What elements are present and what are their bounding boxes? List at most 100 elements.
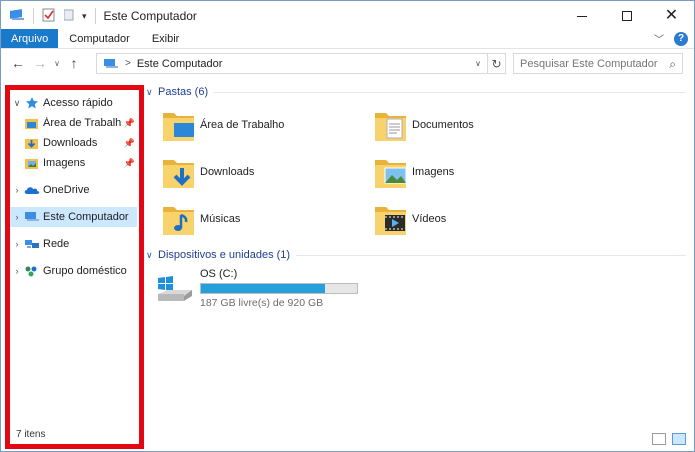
- properties-icon[interactable]: [42, 8, 56, 25]
- refresh-icon[interactable]: ↻: [487, 54, 505, 73]
- item-count-status: 7 itens: [16, 429, 46, 440]
- pin-icon[interactable]: 📌: [124, 138, 135, 149]
- window-title: Este Computador: [103, 9, 197, 23]
- network-icon: [24, 237, 40, 251]
- title-bar: ▾ Este Computador ✕: [1, 1, 694, 31]
- up-button[interactable]: ↑: [63, 55, 85, 71]
- group-divider: [296, 254, 686, 256]
- ribbon-tabs: Arquivo Computador Exibir ﹀ ?: [1, 29, 694, 49]
- pin-icon[interactable]: 📌: [124, 158, 135, 169]
- folder-imagens[interactable]: Imagens: [374, 150, 584, 194]
- sidebar-item-label: OneDrive: [43, 184, 90, 196]
- desktop-folder-icon: [163, 113, 194, 141]
- drive-usage-bar: [200, 283, 358, 294]
- drive-os-c[interactable]: OS (C:) 187 GB livre(s) de 920 GB: [156, 268, 406, 312]
- help-icon[interactable]: ?: [674, 31, 688, 46]
- videos-folder-icon: [375, 207, 406, 235]
- minimize-icon: [576, 15, 587, 17]
- folder-musicas[interactable]: Músicas: [162, 197, 372, 241]
- sidebar-item-label: Rede: [43, 238, 70, 250]
- breadcrumb-current[interactable]: Este Computador: [137, 58, 223, 70]
- drive-usage-fill: [201, 284, 326, 293]
- minimize-button[interactable]: [559, 1, 604, 31]
- group-label: Dispositivos e unidades (1): [158, 249, 291, 261]
- address-bar[interactable]: > Este Computador ∨ ↻: [96, 53, 506, 74]
- collapsed-chevron-icon[interactable]: ›: [10, 185, 24, 195]
- quick-access-toolbar: ▾: [1, 1, 96, 31]
- drive-name: OS (C:): [200, 268, 238, 280]
- pin-icon[interactable]: 📌: [124, 118, 135, 129]
- breadcrumb-chevron-icon[interactable]: >: [125, 58, 131, 69]
- expand-ribbon-icon[interactable]: ﹀: [654, 31, 664, 46]
- close-icon: ✕: [664, 7, 679, 24]
- folder-label: Vídeos: [412, 213, 447, 225]
- tab-exibir[interactable]: Exibir: [141, 29, 191, 48]
- folder-label: Área de Trabalho: [200, 119, 285, 131]
- search-icon[interactable]: ⌕: [669, 57, 676, 72]
- downloads-folder-icon: [24, 136, 40, 150]
- group-label: Pastas (6): [158, 86, 209, 98]
- music-folder-icon: [163, 207, 194, 235]
- folder-area-de-trabalho[interactable]: Área de Trabalho: [162, 103, 372, 147]
- cloud-icon: [24, 183, 40, 197]
- back-button[interactable]: ←: [7, 55, 29, 71]
- folder-label: Documentos: [412, 119, 474, 131]
- computer-icon[interactable]: [9, 8, 25, 25]
- search-input[interactable]: [520, 57, 660, 70]
- folders-group-header[interactable]: ∨ Pastas (6): [146, 83, 686, 101]
- desktop-folder-icon: [24, 116, 40, 130]
- collapsed-chevron-icon[interactable]: ›: [10, 266, 24, 276]
- sidebar-item-este-computador[interactable]: › Este Computador: [10, 207, 137, 227]
- forward-button[interactable]: →: [29, 55, 51, 71]
- pictures-folder-icon: [375, 160, 407, 188]
- folder-downloads[interactable]: Downloads: [162, 150, 372, 194]
- customize-toolbar-icon[interactable]: ▾: [82, 11, 87, 22]
- folder-videos[interactable]: Vídeos: [374, 197, 584, 241]
- tab-arquivo[interactable]: Arquivo: [1, 29, 59, 48]
- sidebar-item-area-de-trabalho[interactable]: Área de Trabalho 📌: [10, 113, 137, 133]
- recent-locations-button[interactable]: ∨: [51, 59, 63, 68]
- devices-group-header[interactable]: ∨ Dispositivos e unidades (1): [146, 246, 686, 264]
- pictures-folder-icon: [24, 156, 40, 170]
- sidebar-item-downloads[interactable]: Downloads 📌: [10, 133, 137, 153]
- collapsed-chevron-icon[interactable]: ›: [10, 212, 24, 222]
- sidebar-item-acesso-rapido[interactable]: ∨ Acesso rápido: [10, 93, 137, 113]
- maximize-icon: [621, 11, 632, 21]
- sidebar-item-rede[interactable]: › Rede: [10, 234, 137, 254]
- windows-drive-icon: [158, 276, 192, 301]
- drive-free-space: 187 GB livre(s) de 920 GB: [200, 297, 324, 309]
- large-icons-view-icon[interactable]: [672, 433, 686, 445]
- sidebar-item-label: Acesso rápido: [43, 97, 113, 109]
- collapsed-chevron-icon[interactable]: ›: [10, 239, 24, 249]
- close-button[interactable]: ✕: [649, 1, 694, 31]
- sidebar-item-onedrive[interactable]: › OneDrive: [10, 180, 137, 200]
- folder-documentos[interactable]: Documentos: [374, 103, 584, 147]
- computer-icon: [104, 58, 118, 68]
- maximize-button[interactable]: [604, 1, 649, 31]
- tab-computador[interactable]: Computador: [58, 29, 141, 48]
- sidebar-item-label: Downloads: [43, 137, 98, 149]
- expanded-chevron-icon[interactable]: ∨: [10, 98, 24, 109]
- folder-label: Downloads: [200, 166, 255, 178]
- toolbar-divider: [94, 8, 96, 24]
- expanded-chevron-icon[interactable]: ∨: [146, 87, 158, 98]
- address-controls: ∨ ↻: [469, 54, 505, 73]
- sidebar-item-label: Área de Trabalho: [43, 117, 121, 129]
- folder-label: Imagens: [412, 166, 455, 178]
- toolbar-divider: [33, 8, 34, 24]
- sidebar-item-label: Imagens: [43, 157, 86, 169]
- address-dropdown-icon[interactable]: ∨: [469, 54, 487, 73]
- ribbon-right-controls: ﹀ ?: [654, 31, 688, 46]
- new-folder-icon[interactable]: [63, 9, 74, 24]
- folder-label: Músicas: [200, 213, 241, 225]
- window-controls: ✕: [559, 1, 694, 31]
- expanded-chevron-icon[interactable]: ∨: [146, 250, 158, 261]
- star-icon: [24, 96, 40, 110]
- file-explorer-window: ▾ Este Computador ✕ Arquivo Computador E…: [0, 0, 695, 452]
- sidebar-item-grupo-domestico[interactable]: › Grupo doméstico: [10, 261, 137, 281]
- details-view-icon[interactable]: [652, 433, 666, 445]
- documents-folder-icon: [375, 113, 406, 141]
- navigation-pane: ∨ Acesso rápido Área de Trabalho 📌 Downl…: [5, 85, 144, 449]
- sidebar-item-imagens[interactable]: Imagens 📌: [10, 153, 137, 173]
- search-box[interactable]: ⌕: [513, 53, 683, 74]
